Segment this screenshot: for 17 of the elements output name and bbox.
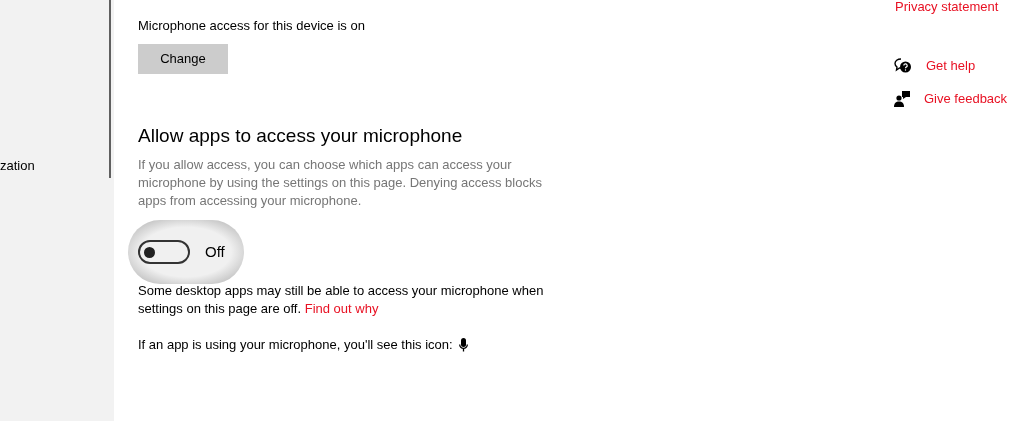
description-text: If you allow access, you can choose which apps can access your microphone by using the settings on this page. Denying access blocks apps from accessing your microphone. <box>138 156 543 210</box>
section-heading: Allow apps to access your microphone <box>138 124 464 148</box>
get-help-link[interactable]: Get help <box>926 56 976 76</box>
scrollbar[interactable] <box>109 0 111 178</box>
privacy-statement-link[interactable]: Privacy statement <box>895 0 1028 14</box>
device-access-status: Microphone access for this device is on <box>138 18 366 34</box>
give-feedback-link[interactable]: Give feedback <box>924 88 1008 108</box>
chat-question-icon <box>894 57 912 74</box>
toggle-switch[interactable] <box>138 240 190 264</box>
sidebar-item[interactable]: zation <box>0 158 109 174</box>
desktop-apps-note: Some desktop apps may still be able to access your microphone when settings on this page are off. Find out why <box>138 282 545 318</box>
person-speech-icon <box>894 89 910 107</box>
microphone-icon <box>458 338 468 352</box>
change-button[interactable]: Change <box>138 44 228 74</box>
icon-note: If an app is using your microphone, you'll see this icon: <box>138 336 453 354</box>
find-out-why-link[interactable]: Find out why <box>304 301 379 316</box>
toggle-label: Off <box>205 241 225 262</box>
